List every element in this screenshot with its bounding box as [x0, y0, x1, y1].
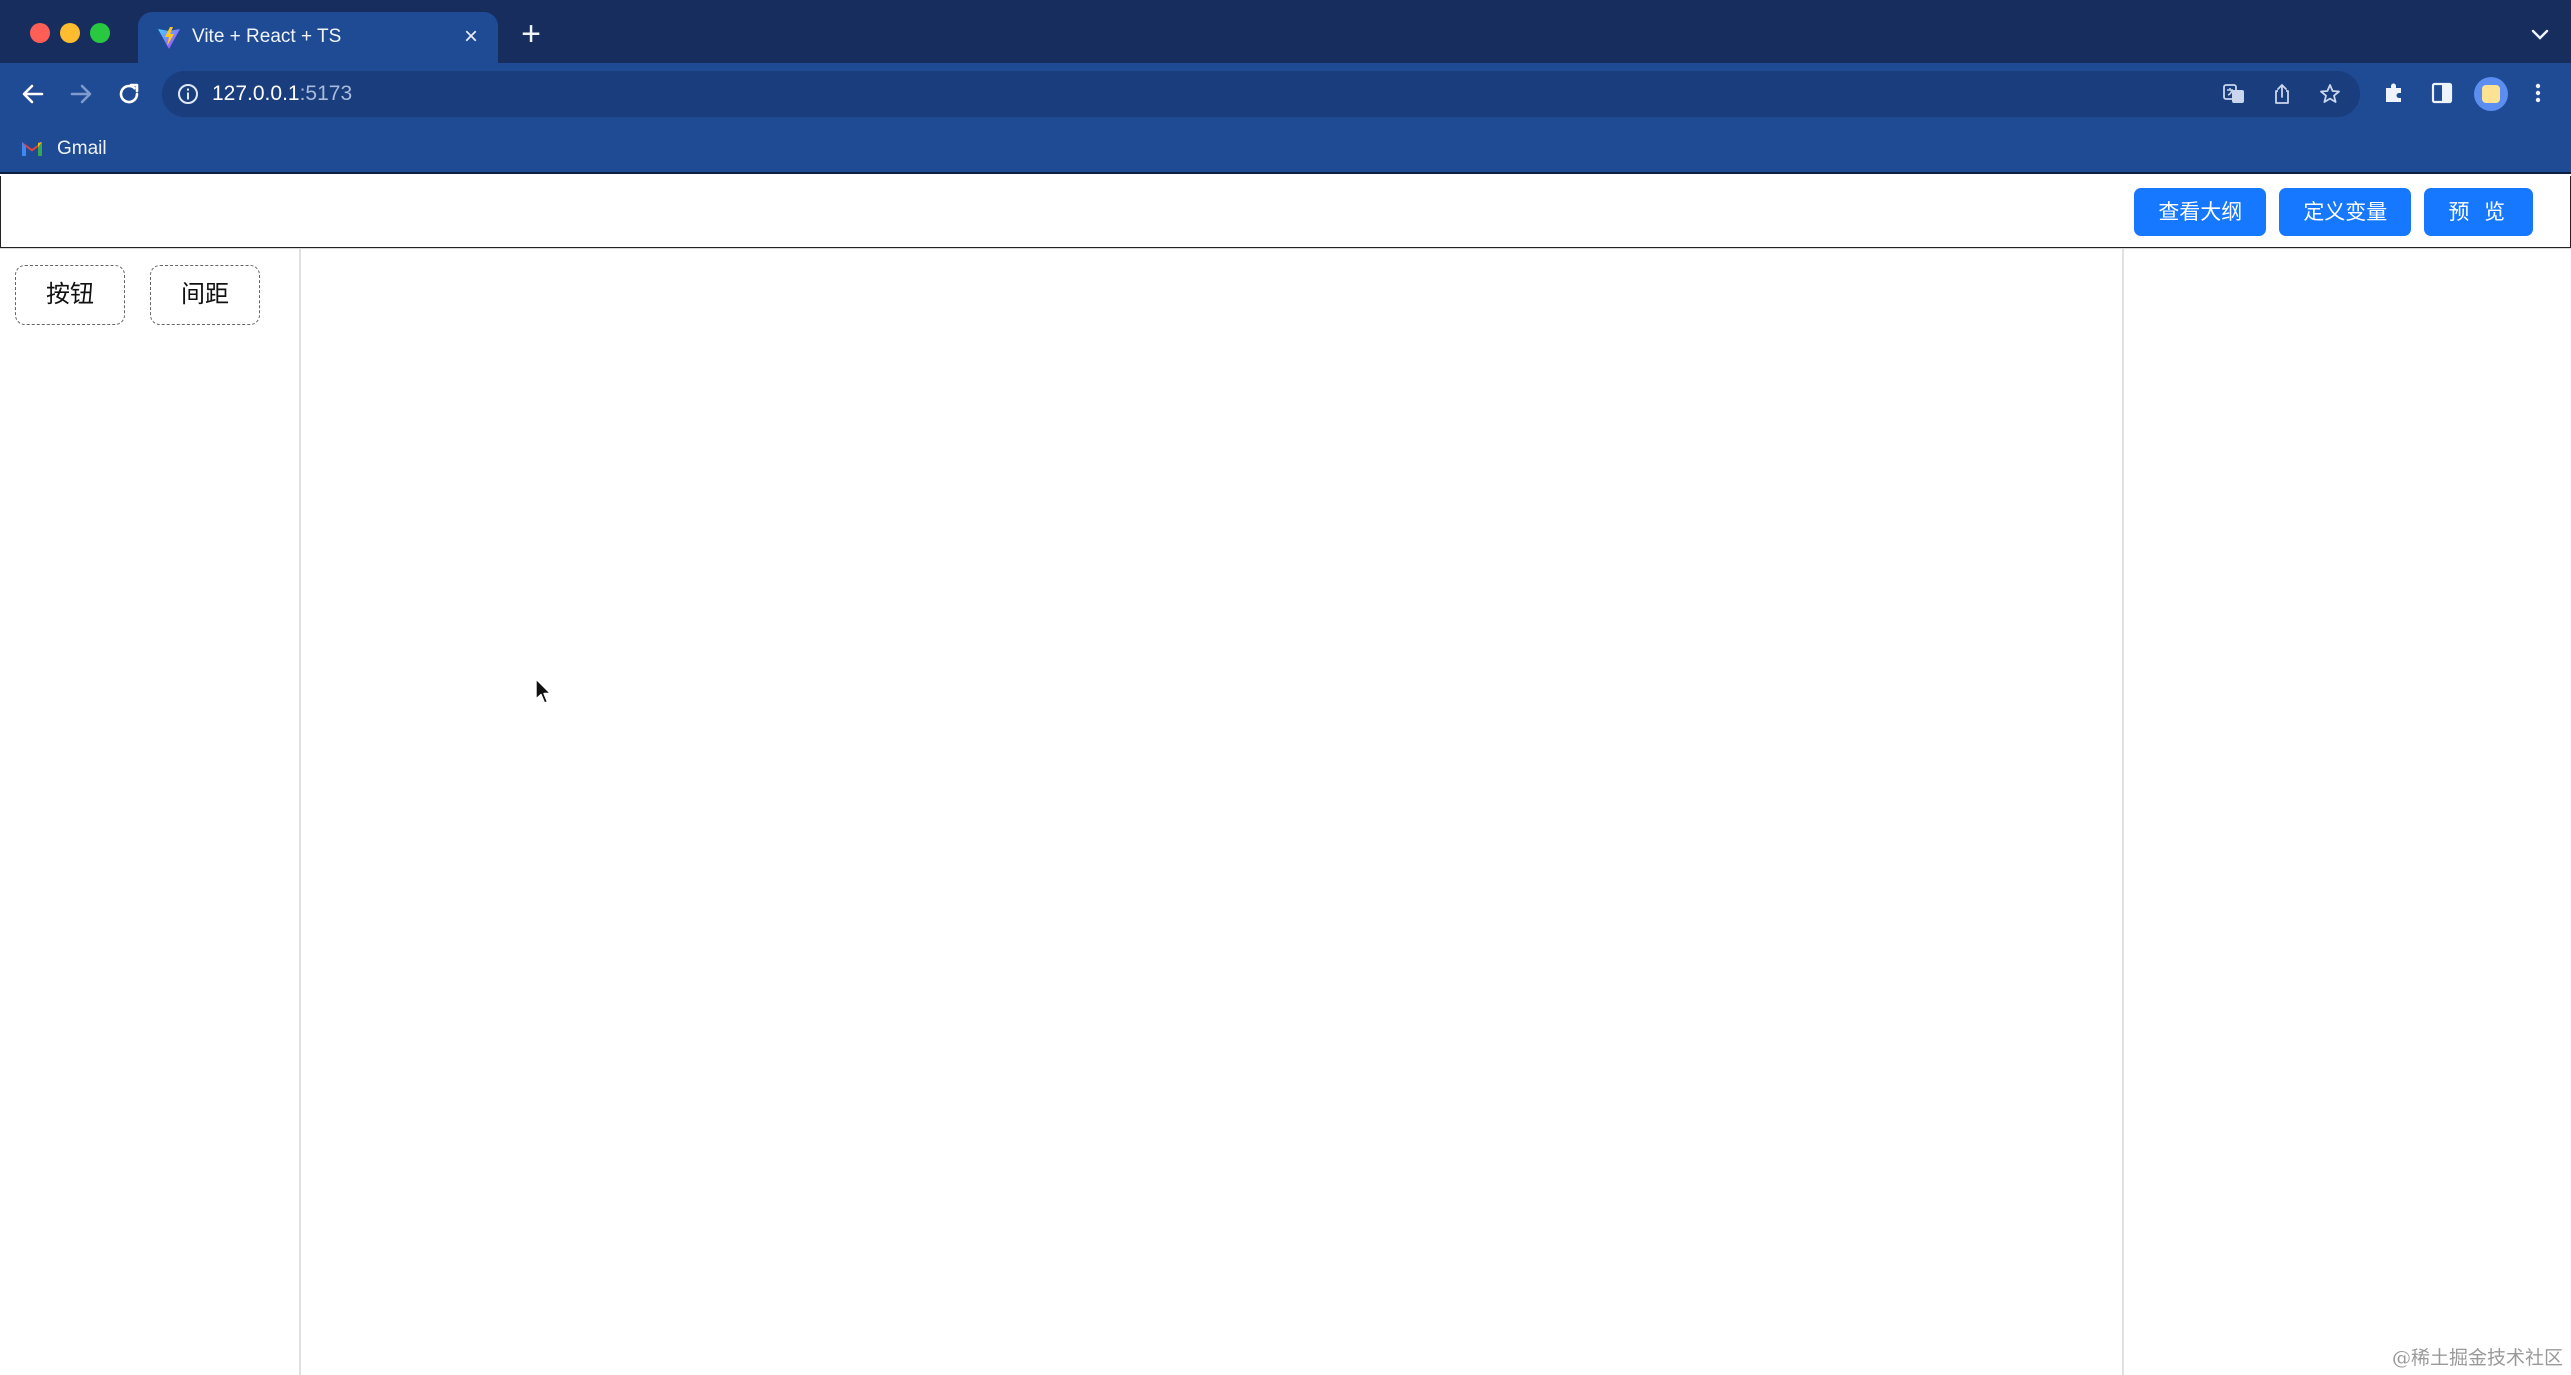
editor-header: 查看大纲 定义变量 预 览 [0, 176, 2571, 248]
tab-strip: Vite + React + TS × + [0, 0, 2571, 63]
editor-canvas[interactable] [301, 249, 2122, 1375]
watermark-text: @稀土掘金技术社区 [2391, 1347, 2563, 1369]
view-outline-button[interactable]: 查看大纲 [2134, 188, 2267, 236]
lowcode-editor-page: 查看大纲 定义变量 预 览 按钮 间距 @稀土掘金技术社区 [0, 176, 2571, 1375]
bookmark-label: Gmail [57, 138, 107, 159]
back-arrow-icon[interactable] [16, 77, 50, 111]
gmail-icon [22, 142, 42, 156]
editor-main: 按钮 间距 [0, 248, 2571, 1375]
url-text[interactable]: 127.0.0.1:5173 [212, 82, 352, 106]
close-window-button[interactable] [30, 23, 50, 43]
star-icon[interactable] [2318, 82, 2342, 106]
reload-icon[interactable] [112, 77, 146, 111]
minimize-window-button[interactable] [60, 23, 80, 43]
preview-button[interactable]: 预 览 [2424, 188, 2533, 236]
material-item-space[interactable]: 间距 [150, 265, 260, 325]
maximize-window-button[interactable] [90, 23, 110, 43]
chevron-down-icon[interactable] [2527, 22, 2553, 48]
browser-tab-active[interactable]: Vite + React + TS × [138, 12, 498, 63]
profile-avatar-image [2482, 85, 2500, 103]
new-tab-button[interactable]: + [516, 17, 546, 51]
browser-window: Vite + React + TS × + 127.0.0.1:5173 Gma… [0, 0, 2571, 1375]
header-actions: 查看大纲 定义变量 预 览 [2134, 188, 2533, 236]
browser-toolbar: 127.0.0.1:5173 [0, 63, 2571, 125]
tab-title: Vite + React + TS [192, 26, 342, 47]
material-item-button[interactable]: 按钮 [15, 265, 125, 325]
tab-close-icon[interactable]: × [458, 24, 484, 50]
kebab-menu-icon[interactable] [2524, 79, 2552, 107]
bookmarks-bar: Gmail [0, 125, 2571, 174]
share-icon[interactable] [2270, 82, 2294, 106]
info-icon[interactable] [176, 82, 200, 106]
settings-panel [2122, 249, 2571, 1375]
side-panel-icon[interactable] [2428, 79, 2456, 107]
url-host: 127.0.0.1 [212, 82, 300, 105]
url-port: :5173 [299, 82, 353, 105]
translate-icon[interactable] [2222, 82, 2246, 106]
vite-logo-icon [158, 27, 180, 49]
define-variables-button[interactable]: 定义变量 [2279, 188, 2412, 236]
puzzle-extension-icon[interactable] [2380, 79, 2408, 107]
forward-arrow-icon[interactable] [64, 77, 98, 111]
profile-avatar[interactable] [2474, 77, 2508, 111]
mouse-cursor-icon [535, 678, 552, 704]
address-bar[interactable]: 127.0.0.1:5173 [162, 71, 2360, 117]
material-panel: 按钮 间距 [0, 249, 301, 1375]
